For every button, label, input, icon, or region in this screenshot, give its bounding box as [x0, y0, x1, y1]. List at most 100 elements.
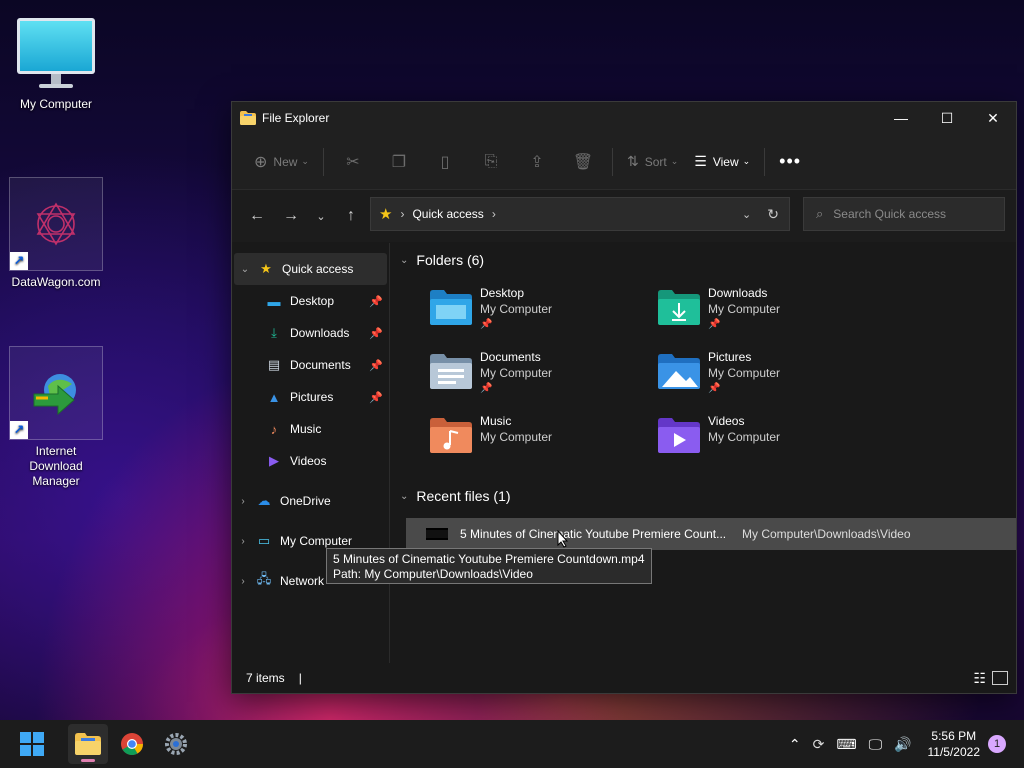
rename-button[interactable]: ⎘ — [468, 146, 514, 178]
folders-group-header[interactable]: ⌄ Folders (6) — [392, 245, 1016, 275]
cloud-icon: ☁ — [257, 493, 271, 508]
music-folder-icon — [430, 418, 472, 453]
folder-tile-pictures[interactable]: Pictures My Computer 📌 — [656, 349, 876, 409]
address-bar[interactable]: ★ › Quick access › ⌄ ↻ — [370, 197, 790, 231]
network-monitor-icon[interactable]: 🖵 — [869, 736, 883, 753]
up-button[interactable]: ↑ — [334, 200, 368, 232]
keyboard-icon[interactable]: ⌨ — [836, 736, 856, 753]
folder-location: My Computer — [708, 366, 781, 380]
close-button[interactable]: ✕ — [970, 102, 1016, 134]
recent-locations-button[interactable]: ⌄ — [308, 200, 334, 232]
folder-icon — [240, 111, 256, 125]
sync-alert-icon[interactable]: ⟳ — [813, 736, 825, 753]
recent-files-group-header[interactable]: ⌄ Recent files (1) — [392, 481, 511, 511]
sidebar-item-pictures[interactable]: ▲ Pictures 📌 — [232, 381, 389, 413]
sidebar-item-videos[interactable]: ▶ Videos — [232, 445, 389, 477]
delete-button[interactable]: 🗑 — [560, 146, 606, 178]
sidebar-item-desktop[interactable]: ▬ Desktop 📌 — [232, 285, 389, 317]
clock[interactable]: 5:56 PM 11/5/2022 — [928, 728, 981, 760]
start-button[interactable] — [12, 724, 52, 764]
share-button[interactable]: ⇪ — [514, 146, 560, 178]
recent-files-heading: Recent files (1) — [416, 488, 511, 504]
paste-button[interactable]: ▯ — [422, 146, 468, 178]
folder-location: My Computer — [480, 366, 553, 380]
chevron-right-icon[interactable]: › — [232, 576, 254, 587]
view-list-icon: ☰ — [694, 153, 707, 169]
chevron-down-icon[interactable]: ⌄ — [234, 264, 256, 275]
search-box[interactable]: ⌕ Search Quick access — [803, 197, 1005, 231]
taskbar-file-explorer[interactable] — [68, 724, 108, 764]
chevron-down-icon: ⌄ — [742, 156, 751, 166]
active-indicator — [81, 759, 95, 762]
sidebar-item-label: Documents — [290, 358, 351, 372]
toolbar-divider — [322, 147, 324, 176]
sidebar-item-music[interactable]: ♪ Music — [232, 413, 389, 445]
cut-button[interactable]: ✂ — [330, 146, 376, 178]
desktop-icon-label: My Computer — [19, 97, 93, 111]
folder-name: Desktop — [480, 286, 525, 300]
sidebar-item-label: Quick access — [282, 262, 354, 276]
address-history-chevron-icon[interactable]: ⌄ — [742, 208, 751, 221]
forward-button[interactable]: → — [274, 200, 308, 232]
folder-tile-videos[interactable]: Videos My Computer — [656, 413, 876, 473]
folder-icon — [75, 733, 101, 755]
folder-tile-documents[interactable]: Documents My Computer 📌 — [428, 349, 648, 409]
maximize-button[interactable]: ☐ — [924, 102, 970, 134]
back-button[interactable]: ← — [240, 200, 274, 232]
desktop-icon-datawagon[interactable]: ↗ DataWagon.com — [8, 177, 104, 290]
folder-location: My Computer — [480, 302, 553, 316]
sidebar-item-onedrive[interactable]: › ☁ OneDrive — [232, 485, 389, 517]
breadcrumb-chevron-icon: › — [491, 207, 496, 221]
system-tray: ⌃ ⟳ ⌨ 🖵 🔊 5:56 PM 11/5/2022 1 — [783, 728, 1024, 760]
folder-location: My Computer — [708, 430, 781, 444]
arrow-right-icon: → — [283, 207, 299, 224]
chevron-up-icon[interactable]: ⌃ — [789, 736, 801, 753]
desktop-icon-my-computer[interactable]: My Computer — [8, 14, 104, 112]
desktop-icon-idm[interactable]: ↗ Internet Download Manager — [8, 346, 104, 489]
volume-icon[interactable]: 🔊 — [894, 736, 911, 753]
refresh-icon[interactable]: ↻ — [767, 206, 779, 223]
view-button[interactable]: ☰ View ⌄ — [686, 146, 758, 178]
pin-icon: 📌 — [369, 391, 383, 404]
downloads-folder-icon — [658, 290, 700, 325]
idm-shortcut-tile: ↗ — [9, 346, 103, 440]
folder-name: Documents — [480, 350, 541, 364]
chevron-right-icon[interactable]: › — [232, 536, 254, 547]
chevron-down-icon: ⌄ — [400, 254, 409, 266]
desktop-icon-label: DataWagon.com — [11, 275, 101, 289]
taskbar-chrome[interactable] — [112, 724, 152, 764]
folder-tile-music[interactable]: Music My Computer — [428, 413, 648, 473]
navigation-pane: ⌄ ★ Quick access ▬ Desktop 📌 ⤓ Downloads… — [232, 243, 390, 663]
recent-file-row[interactable]: 5 Minutes of Cinematic Youtube Premiere … — [406, 518, 1016, 550]
breadcrumb-chevron-icon: › — [400, 207, 405, 221]
taskbar-settings[interactable] — [156, 724, 196, 764]
sidebar-item-documents[interactable]: ▤ Documents 📌 — [232, 349, 389, 381]
folder-tile-desktop[interactable]: Desktop My Computer 📌 — [428, 285, 648, 345]
sidebar-item-quick-access[interactable]: ⌄ ★ Quick access — [234, 253, 387, 285]
arrow-up-icon: ↑ — [347, 207, 355, 224]
chevron-down-icon: ⌄ — [301, 156, 309, 166]
title-bar[interactable]: File Explorer — ☐ ✕ — [232, 102, 1016, 134]
new-button[interactable]: ⊕ New ⌄ — [246, 146, 317, 178]
details-view-icon[interactable]: ☷ — [973, 670, 986, 687]
chevron-right-icon[interactable]: › — [232, 496, 254, 507]
notification-badge[interactable]: 1 — [988, 735, 1006, 753]
shortcut-arrow-icon: ↗ — [10, 252, 28, 270]
file-explorer-window: File Explorer — ☐ ✕ ⊕ New ⌄ ✂ ❐ ▯ ⎘ ⇪ 🗑 … — [231, 101, 1017, 694]
copy-button[interactable]: ❐ — [376, 146, 422, 178]
video-file-icon — [426, 528, 448, 540]
download-icon: ⤓ — [271, 325, 277, 340]
share-icon: ⇪ — [530, 153, 544, 171]
minimize-button[interactable]: — — [878, 102, 924, 134]
more-options-button[interactable]: ••• — [771, 146, 809, 178]
scissors-icon: ✂ — [346, 153, 360, 171]
sidebar-item-downloads[interactable]: ⤓ Downloads 📌 — [232, 317, 389, 349]
status-bar: 7 items | ☷ — [232, 663, 1016, 693]
folder-name: Music — [480, 414, 512, 428]
sort-icon: ⇅ — [626, 153, 639, 169]
breadcrumb-quick-access[interactable]: Quick access — [412, 207, 483, 221]
pin-icon: 📌 — [369, 327, 383, 340]
sort-button[interactable]: ⇅ Sort ⌄ — [619, 146, 686, 178]
folder-tile-downloads[interactable]: Downloads My Computer 📌 — [656, 285, 876, 345]
tiles-view-icon[interactable] — [992, 671, 1008, 685]
